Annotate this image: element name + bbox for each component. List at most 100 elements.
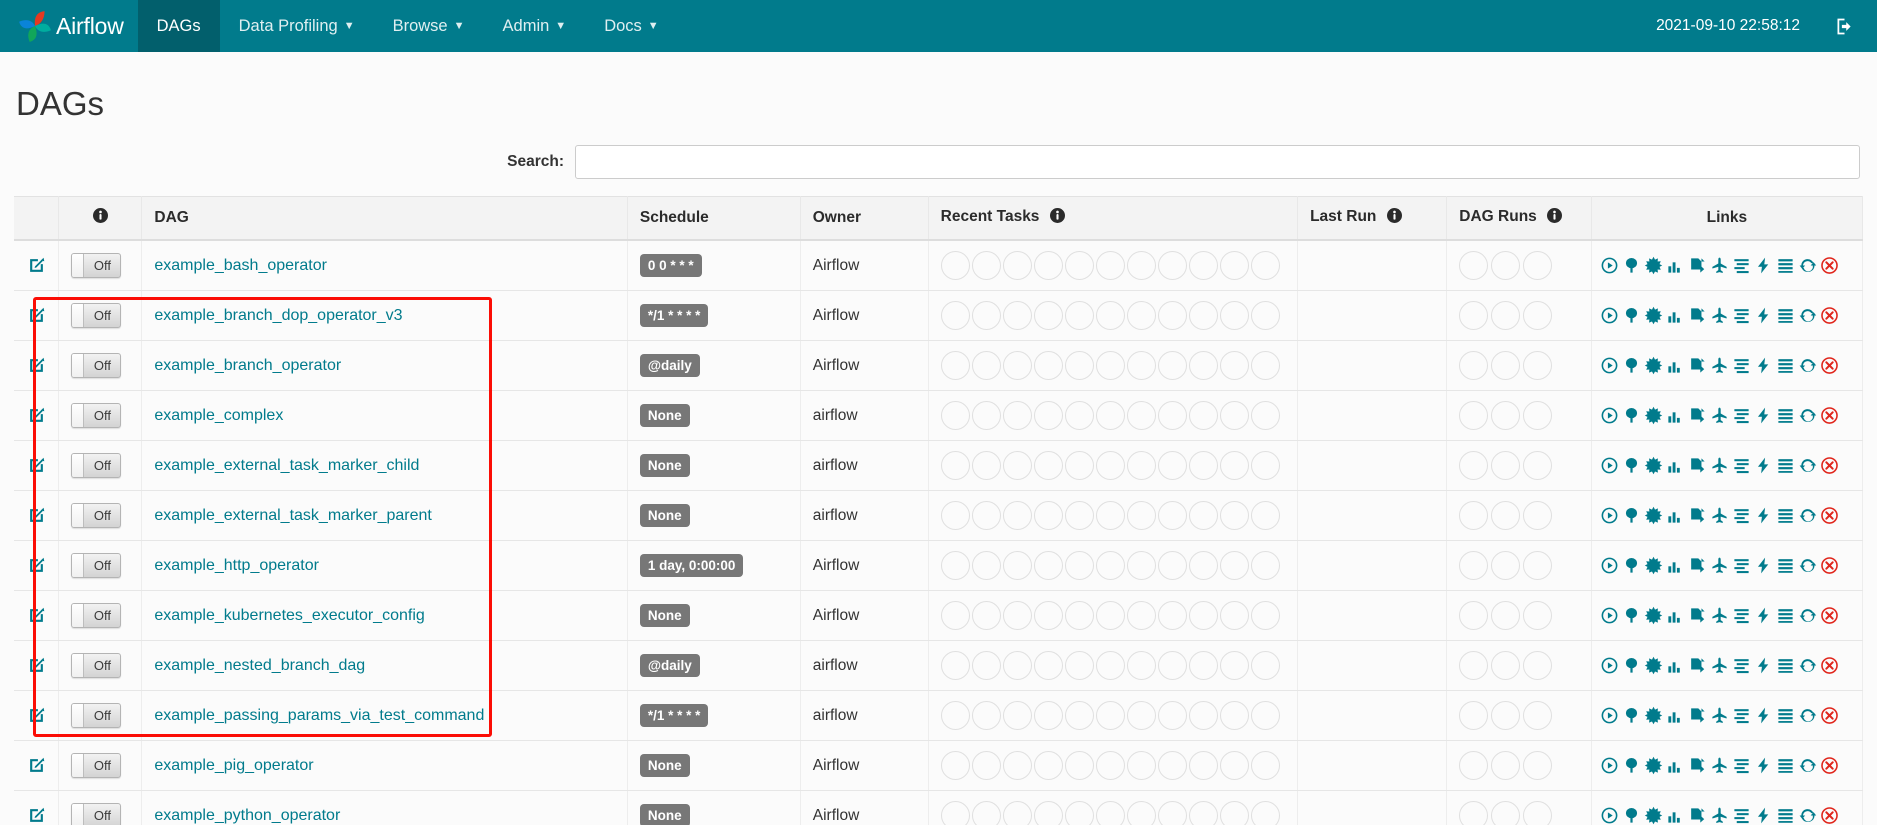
task-duration-icon[interactable]	[1666, 606, 1685, 625]
task-tries-icon[interactable]	[1688, 456, 1707, 475]
task-state-circle[interactable]	[1095, 501, 1125, 530]
task-tries-icon[interactable]	[1688, 556, 1707, 575]
nav-item-docs[interactable]: Docs ▼	[585, 0, 677, 52]
task-state-circle[interactable]	[1157, 501, 1187, 530]
task-state-circle[interactable]	[1064, 501, 1094, 530]
logs-icon[interactable]	[1776, 256, 1795, 275]
task-state-circle[interactable]	[1250, 701, 1280, 730]
info-icon[interactable]	[1547, 208, 1563, 228]
landing-times-icon[interactable]	[1710, 706, 1729, 725]
trigger-dag-icon[interactable]	[1600, 406, 1619, 425]
delete-dag-icon[interactable]	[1820, 656, 1839, 675]
nav-item-browse[interactable]: Browse ▼	[374, 0, 484, 52]
task-tries-icon[interactable]	[1688, 656, 1707, 675]
task-state-circle[interactable]	[940, 451, 970, 480]
task-state-circle[interactable]	[1033, 551, 1063, 580]
task-state-circle[interactable]	[1064, 451, 1094, 480]
edit-pencil-icon[interactable]	[26, 657, 46, 674]
task-state-circle[interactable]	[1064, 251, 1094, 280]
task-state-circle[interactable]	[1250, 651, 1280, 680]
task-state-circle[interactable]	[1219, 601, 1249, 630]
edit-dag-button[interactable]	[14, 390, 60, 441]
edit-dag-button[interactable]	[14, 490, 60, 541]
dag-run-state-circle[interactable]	[1491, 251, 1521, 280]
task-state-circle[interactable]	[1219, 651, 1249, 680]
task-state-circle[interactable]	[1250, 451, 1280, 480]
tree-view-icon[interactable]	[1622, 306, 1641, 325]
code-icon[interactable]	[1754, 756, 1773, 775]
edit-pencil-icon[interactable]	[26, 457, 46, 474]
gantt-icon[interactable]	[1732, 606, 1751, 625]
task-state-circle[interactable]	[1219, 701, 1249, 730]
task-duration-icon[interactable]	[1666, 706, 1685, 725]
task-state-circle[interactable]	[1033, 751, 1063, 780]
nav-item-admin[interactable]: Admin ▼	[484, 0, 586, 52]
task-state-circle[interactable]	[1033, 701, 1063, 730]
dag-run-state-circle[interactable]	[1523, 301, 1553, 330]
task-state-circle[interactable]	[1250, 351, 1280, 380]
task-state-circle[interactable]	[1188, 301, 1218, 330]
task-state-circle[interactable]	[940, 701, 970, 730]
tree-view-icon[interactable]	[1622, 506, 1641, 525]
tree-view-icon[interactable]	[1622, 556, 1641, 575]
dag-run-state-circle[interactable]	[1491, 601, 1521, 630]
task-state-circle[interactable]	[1126, 701, 1156, 730]
dag-link[interactable]: example_branch_operator	[154, 357, 341, 374]
trigger-dag-icon[interactable]	[1600, 306, 1619, 325]
task-state-circle[interactable]	[1095, 401, 1125, 430]
delete-dag-icon[interactable]	[1820, 306, 1839, 325]
code-icon[interactable]	[1754, 356, 1773, 375]
task-state-circle[interactable]	[1219, 501, 1249, 530]
code-icon[interactable]	[1754, 456, 1773, 475]
dag-run-state-circle[interactable]	[1523, 801, 1553, 825]
header-schedule[interactable]: Schedule	[627, 196, 801, 241]
task-state-circle[interactable]	[1188, 601, 1218, 630]
gantt-icon[interactable]	[1732, 306, 1751, 325]
trigger-dag-icon[interactable]	[1600, 356, 1619, 375]
task-state-circle[interactable]	[1033, 601, 1063, 630]
delete-dag-icon[interactable]	[1820, 806, 1839, 825]
edit-pencil-icon[interactable]	[26, 807, 46, 824]
task-state-circle[interactable]	[1002, 451, 1032, 480]
task-state-circle[interactable]	[1219, 251, 1249, 280]
info-icon[interactable]	[92, 208, 108, 228]
trigger-dag-icon[interactable]	[1600, 456, 1619, 475]
dag-link[interactable]: example_passing_params_via_test_command	[154, 707, 484, 724]
landing-times-icon[interactable]	[1710, 606, 1729, 625]
dag-link[interactable]: example_nested_branch_dag	[154, 657, 365, 674]
refresh-icon[interactable]	[1798, 656, 1817, 675]
task-state-circle[interactable]	[1095, 301, 1125, 330]
task-state-circle[interactable]	[1002, 701, 1032, 730]
task-state-circle[interactable]	[1219, 801, 1249, 825]
gantt-icon[interactable]	[1732, 256, 1751, 275]
graph-view-icon[interactable]	[1644, 356, 1663, 375]
code-icon[interactable]	[1754, 656, 1773, 675]
gantt-icon[interactable]	[1732, 756, 1751, 775]
landing-times-icon[interactable]	[1710, 806, 1729, 825]
task-tries-icon[interactable]	[1688, 256, 1707, 275]
task-state-circle[interactable]	[971, 801, 1001, 825]
task-state-circle[interactable]	[1064, 551, 1094, 580]
task-state-circle[interactable]	[1064, 351, 1094, 380]
task-state-circle[interactable]	[1157, 251, 1187, 280]
dag-run-state-circle[interactable]	[1523, 651, 1553, 680]
task-state-circle[interactable]	[1126, 401, 1156, 430]
task-state-circle[interactable]	[1002, 351, 1032, 380]
graph-view-icon[interactable]	[1644, 556, 1663, 575]
dag-run-state-circle[interactable]	[1459, 501, 1489, 530]
task-state-circle[interactable]	[1157, 551, 1187, 580]
code-icon[interactable]	[1754, 256, 1773, 275]
gantt-icon[interactable]	[1732, 656, 1751, 675]
task-state-circle[interactable]	[1095, 651, 1125, 680]
trigger-dag-icon[interactable]	[1600, 606, 1619, 625]
task-state-circle[interactable]	[1126, 251, 1156, 280]
dag-link[interactable]: example_complex	[154, 407, 283, 424]
logs-icon[interactable]	[1776, 356, 1795, 375]
edit-pencil-icon[interactable]	[26, 307, 46, 324]
edit-dag-button[interactable]	[14, 590, 60, 641]
task-tries-icon[interactable]	[1688, 806, 1707, 825]
task-state-circle[interactable]	[1126, 651, 1156, 680]
landing-times-icon[interactable]	[1710, 406, 1729, 425]
task-state-circle[interactable]	[1002, 501, 1032, 530]
dag-link[interactable]: example_pig_operator	[154, 757, 313, 774]
